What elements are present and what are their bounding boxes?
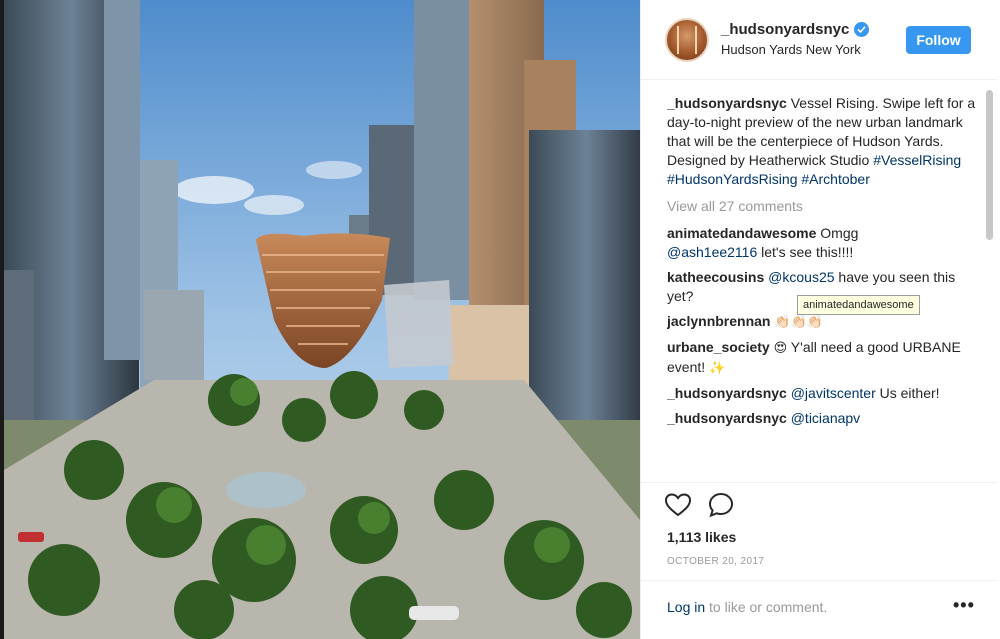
hashtag-link[interactable]: #Archtober — [801, 171, 869, 187]
post-actions: 1,113 likes OCTOBER 20, 2017 — [641, 482, 997, 582]
comment-mention[interactable]: @javitscenter — [791, 385, 876, 401]
username-tooltip: animatedandawesome — [797, 295, 920, 315]
comment-text: let's see this!!!! — [757, 244, 854, 260]
caption: _hudsonyardsnyc Vessel Rising. Swipe lef… — [667, 94, 979, 189]
heart-outline-icon[interactable] — [664, 493, 692, 522]
login-rest-text: to like or comment. — [705, 599, 828, 615]
comment-text: Us either! — [875, 385, 940, 401]
post-details-panel: _hudsonyardsnyc Hudson Yards New York Fo… — [640, 0, 1000, 639]
verified-badge-icon — [854, 22, 869, 37]
post-photo[interactable] — [4, 0, 640, 639]
comment-item: animatedandawesome Omgg @ash1ee2116 let'… — [667, 224, 979, 262]
follow-button[interactable]: Follow — [906, 26, 971, 54]
hashtag-link[interactable]: #HudsonYardsRising — [667, 171, 797, 187]
caption-username[interactable]: _hudsonyardsnyc — [667, 95, 787, 111]
comment-username[interactable]: urbane_society — [667, 339, 770, 355]
sparkles-emoji: ✨ — [709, 361, 726, 376]
comments-scrollbar[interactable] — [986, 90, 993, 240]
post-date[interactable]: OCTOBER 20, 2017 — [667, 556, 764, 567]
post-footer: Log in to like or comment. ••• — [641, 580, 997, 639]
avatar[interactable] — [665, 18, 709, 62]
comment-item: _hudsonyardsnyc @javitscenter Us either! — [667, 384, 979, 403]
login-prompt: Log in to like or comment. — [667, 599, 827, 615]
ellipsis-icon[interactable]: ••• — [953, 595, 975, 616]
comment-mention[interactable]: @ticianapv — [791, 410, 860, 426]
comment-item: _hudsonyardsnyc @ticianapv — [667, 409, 979, 428]
comments-list: _hudsonyardsnyc Vessel Rising. Swipe lef… — [667, 94, 979, 482]
location-link[interactable]: Hudson Yards New York — [721, 42, 861, 57]
comment-mention[interactable]: @ash1ee2116 — [667, 244, 757, 260]
hashtag-link[interactable]: #VesselRising — [873, 152, 961, 168]
comment-text: Omgg — [816, 225, 859, 241]
comment-username[interactable]: animatedandawesome — [667, 225, 816, 241]
post-header: _hudsonyardsnyc Hudson Yards New York Fo… — [641, 0, 997, 80]
view-all-comments-link[interactable]: View all 27 comments — [667, 197, 979, 216]
heart-eyes-emoji: 😍 — [773, 341, 788, 356]
login-link[interactable]: Log in — [667, 599, 705, 615]
clap-emoji: 👏🏻👏🏻👏🏻 — [774, 315, 823, 330]
speech-bubble-icon[interactable] — [708, 492, 734, 523]
comment-item: urbane_society 😍 Y'all need a good URBAN… — [667, 338, 979, 378]
comment-mention[interactable]: @kcous25 — [768, 269, 834, 285]
header-username[interactable]: _hudsonyardsnyc — [721, 21, 849, 38]
comment-username[interactable]: jaclynnbrennan — [667, 313, 770, 329]
comment-username[interactable]: katheecousins — [667, 269, 764, 285]
comment-username[interactable]: _hudsonyardsnyc — [667, 385, 787, 401]
likes-count[interactable]: 1,113 likes — [667, 529, 736, 545]
comment-item: jaclynnbrennan 👏🏻👏🏻👏🏻 — [667, 312, 979, 332]
comment-username[interactable]: _hudsonyardsnyc — [667, 410, 787, 426]
vessel-illustration — [4, 0, 640, 639]
